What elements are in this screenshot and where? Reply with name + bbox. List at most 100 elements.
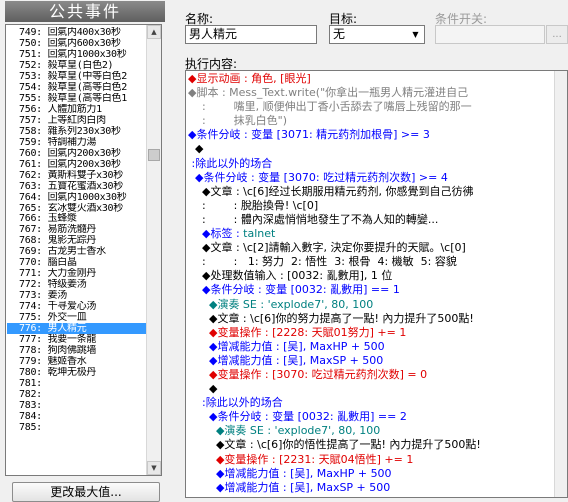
event-item[interactable]: 750: 回氣内600x30秒 [7,38,149,49]
event-item[interactable]: 761: 回氣内200x30秒 [7,159,149,170]
command-line[interactable]: :除此以外的场合 [188,157,556,171]
command-line[interactable]: ◆增减能力值 : [吴], MaxHP + 500 [188,340,556,354]
command-line[interactable]: ◆增减能力值 : [吴], MaxHP + 500 [188,467,556,481]
command-line[interactable]: : : 1: 努力 2: 悟性 3: 根骨 4: 機敏 5: 容貌 [188,255,556,269]
command-line[interactable]: ◆文章 : \c[6]经过长期服用精元药剂, 你感覺到自己彷彿 [188,185,556,199]
command-line[interactable]: ◆演奏 SE : 'explode7', 80, 100 [188,298,556,312]
command-text: ◆条件分岐 : 变量 [0032: 亂數用] == 2 [188,410,407,424]
command-text: ◆增减能力值 : [吴], MaxSP + 500 [188,353,384,367]
event-item[interactable]: 758: 雜系列230x30秒 [7,126,149,137]
command-text: : : 1: 努力 2: 悟性 3: 根骨 4: 機敏 5: 容貌 [188,255,457,269]
command-line[interactable]: ◆显示动画 : 角色, [眼光] [188,72,556,86]
command-text: ◆文章 : \c[6]经过长期服用精元药剂, 你感覺到自己彷彿 [188,184,474,198]
event-item[interactable]: 752: 殺草皇(白色2) [7,60,149,71]
command-line[interactable]: ◆增减能力值 : [吴], MaxSP + 500 [188,481,556,495]
change-max-button[interactable]: 更改最大值... [12,482,160,502]
event-item[interactable]: 778: 狗肉佛跳墙 [7,345,149,356]
event-item[interactable]: 757: 上等紅肉白肉 [7,115,149,126]
command-text: ◆变量操作 : [3070: 吃过精元药剂次数] = 0 [188,367,428,381]
command-text: ◆文章 : \c[6]你的努力提高了一點! 內力提升了500點! [188,311,474,325]
command-line[interactable]: :除此以外的场合 [188,396,556,410]
target-select[interactable]: 无 ▼ [329,25,425,44]
event-item[interactable]: 753: 殺草皇(中等白色2 [7,71,149,82]
event-list-scrollbar[interactable]: ▲ ▼ [146,25,161,475]
event-item[interactable]: 779: 魅姬香水 [7,356,149,367]
command-line[interactable]: ◆ [188,142,556,156]
panel-title: 公共事件 [5,1,165,22]
name-field[interactable]: 男人精元 [185,25,317,44]
command-text: ◆脚本 : Mess_Text.write("你拿出一瓶男人精元灌进自己 [188,86,469,100]
event-item[interactable]: 756: 人體加筋力1 [7,104,149,115]
event-item[interactable]: 784: [7,411,149,422]
event-item[interactable]: 766: 玉蜂漿 [7,213,149,224]
command-text: ◆增减能力值 : [吴], MaxHP + 500 [188,339,385,353]
command-line[interactable]: ◆条件分岐 : 变量 [0032: 亂數用] == 1 [188,283,556,297]
event-item[interactable]: 759: 特調補力湯 [7,137,149,148]
command-line[interactable]: ◆条件分岐 : 变量 [3071: 精元药剂加根骨] >= 3 [188,128,556,142]
event-item[interactable]: 765: 玄冰雙火酒x30秒 [7,203,149,214]
event-list[interactable]: 749: 回氣内400x30秒 750: 回氣内600x30秒 751: 回氣内10… [5,24,162,476]
event-item[interactable]: 777: 我要一条龍 [7,334,149,345]
command-text: : 嘴里, 顺便伸出丁香小舌舔去了嘴唇上残留的那一 [188,100,472,114]
event-item[interactable]: 771: 大力金刚丹 [7,268,149,279]
event-item[interactable]: 776: 男人精元 [7,323,149,335]
chevron-down-icon[interactable]: ▼ [408,27,423,42]
command-line[interactable]: ◆脚本 : Mess_Text.write("你拿出一瓶男人精元灌进自己 [188,86,556,100]
event-item[interactable]: 763: 五寶花蜜酒x30秒 [7,181,149,192]
command-line[interactable]: : 抹乳白色") [188,114,556,128]
command-line[interactable]: ◆条件分岐 : 变量 [3070: 吃过精元药剂次数] >= 4 [188,171,556,185]
event-item[interactable]: 764: 回氣内1000x30秒 [7,192,149,203]
event-item[interactable]: 762: 黃斯料雙子x30秒 [7,170,149,181]
event-item[interactable]: 768: 鬼影无踪丹 [7,235,149,246]
command-line[interactable]: ◆文章 : \c[6]你的努力提高了一點! 內力提升了500點! [188,312,556,326]
command-line[interactable]: ◆演奏 SE : 'explode7', 80, 100 [188,424,556,438]
command-list-scrollbar[interactable] [554,71,567,497]
event-item[interactable]: 780: 乾坤无极丹 [7,367,149,378]
event-item[interactable]: 749: 回氣内400x30秒 [7,27,149,38]
command-list[interactable]: ◆显示动画 : 角色, [眼光] ◆脚本 : Mess_Text.write("你… [185,70,568,498]
command-line[interactable]: ◆文章 : \c[6]你的悟性提高了一點! 內力提升了500點! [188,438,556,452]
command-text: ◆条件分岐 : 变量 [3071: 精元药剂加根骨] >= 3 [188,128,430,142]
event-item[interactable]: 769: 古龙男士香水 [7,246,149,257]
command-text: ◆演奏 SE : 'explode7', 80, 100 [188,297,374,311]
command-line[interactable]: ◆变量操作 : [2231: 天賦04悟性] += 1 [188,453,556,467]
command-text: ◆标签 : [188,227,244,241]
command-text: :除此以外的场合 [188,396,283,410]
command-text: : 抹乳白色") [188,114,288,128]
event-item[interactable]: 767: 易筋洗髓丹 [7,224,149,235]
event-item[interactable]: 755: 殺草皇(高等白色1 [7,93,149,104]
command-line[interactable]: : : 體內深處悄悄地發生了不為人知的轉變... [188,213,556,227]
command-line[interactable]: ◆ [188,382,556,396]
event-item[interactable]: 775: 外交一皿 [7,312,149,323]
command-line[interactable]: : : 脫胎換骨! \c[0] [188,199,556,213]
command-text: talnet [243,227,276,241]
event-item[interactable]: 754: 殺草皇(高等白色2 [7,82,149,93]
command-line[interactable]: ◆变量操作 : [3070: 吃过精元药剂次数] = 0 [188,368,556,382]
command-line[interactable]: ◆文章 : \c[2]請輸入數字, 決定你要提升的天賦。\c[0] [188,241,556,255]
event-item[interactable]: 770: 腦白晶 [7,257,149,268]
event-item[interactable]: 781: [7,378,149,389]
command-text: ◆条件分岐 : 变量 [3070: 吃过精元药剂次数] >= 4 [188,170,448,184]
event-item[interactable]: 760: 回氣内200x30秒 [7,148,149,159]
command-text: ◆文章 : \c[6]你的悟性提高了一點! 內力提升了500點! [188,438,481,452]
scroll-up-icon[interactable]: ▲ [147,25,161,39]
scroll-down-icon[interactable]: ▼ [147,461,161,475]
command-line[interactable]: ◆标签 : talnet [188,227,556,241]
command-line[interactable]: ◆条件分岐 : 变量 [0032: 亂數用] == 2 [188,410,556,424]
event-item[interactable]: 773: 姜汤 [7,290,149,301]
command-line[interactable]: ◆处理数值输入 : [0032: 亂數用], 1 位 [188,269,556,283]
command-text: ◆条件分岐 : 变量 [0032: 亂數用] == 1 [188,283,400,297]
scroll-thumb[interactable] [148,149,160,161]
event-item[interactable]: 772: 特级姜汤 [7,279,149,290]
event-item[interactable]: 785: [7,422,149,433]
event-item[interactable]: 782: [7,389,149,400]
event-item[interactable]: 774: 千寻爱心汤 [7,301,149,312]
event-item[interactable]: 783: [7,400,149,411]
command-text: ◆文章 : \c[2]請輸入數字, 決定你要提升的天賦。\c[0] [188,241,466,255]
command-text: : : 脫胎換骨! \c[0] [188,198,319,212]
command-line[interactable]: ◆增减能力值 : [吴], MaxSP + 500 [188,354,556,368]
command-line[interactable]: : 嘴里, 顺便伸出丁香小舌舔去了嘴唇上残留的那一 [188,100,556,114]
event-items: 749: 回氣内400x30秒 750: 回氣内600x30秒 751: 回氣内10… [7,27,149,433]
event-item[interactable]: 751: 回氣内1000x30秒 [7,49,149,60]
command-line[interactable]: ◆变量操作 : [2228: 天賦01努力] += 1 [188,326,556,340]
